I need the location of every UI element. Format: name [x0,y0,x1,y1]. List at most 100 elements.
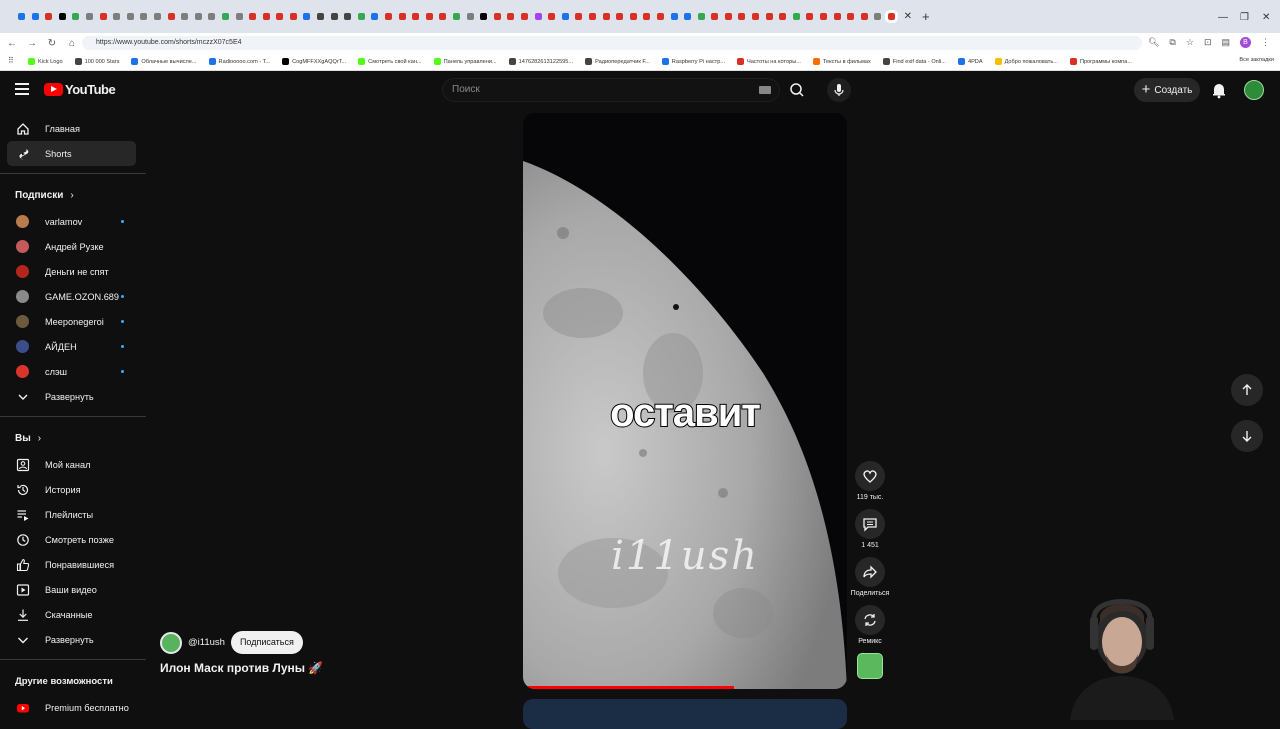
tab-favicon[interactable] [480,13,488,20]
tab-favicon[interactable] [724,13,732,20]
apps-icon[interactable]: ⠿ [8,56,14,65]
tab-favicon[interactable] [412,13,420,20]
author-handle[interactable]: @i11ush [188,637,225,648]
bookmark-item[interactable]: Программы компа... [1069,58,1132,65]
tab-favicon[interactable] [847,13,855,20]
sound-thumbnail[interactable] [857,653,883,679]
remix-action[interactable]: Ремикс [849,605,891,645]
tab-favicon[interactable] [520,13,528,20]
search-input[interactable]: Поиск [452,84,480,95]
subscribe-button[interactable]: Подписаться [230,631,303,654]
tab-favicon[interactable] [507,13,515,20]
tab-favicon[interactable] [126,13,134,20]
sidebar-subscription[interactable]: АЙДЕН [0,334,146,359]
comments-button[interactable] [855,509,885,539]
tab-favicon[interactable] [262,13,270,20]
translate-icon[interactable]: ⧉ [1169,37,1175,48]
tab-favicon[interactable] [833,13,841,20]
sidebar-subscription[interactable]: Деньги не спят [0,259,146,284]
tab-favicon[interactable] [534,13,542,20]
tab-favicon[interactable] [453,13,460,20]
profile-avatar[interactable]: В [1240,37,1251,48]
bookmark-item[interactable]: Частоты на которы... [737,58,801,65]
tab-favicon[interactable] [385,13,393,20]
tab-favicon[interactable] [303,13,311,20]
like-button[interactable] [855,461,885,491]
bookmark-item[interactable]: Смотреть свой кан... [358,58,422,65]
tab-favicon[interactable] [616,13,624,20]
bookmark-item[interactable]: 4PDA [957,58,983,65]
remix-button[interactable] [855,605,885,635]
you-heading[interactable]: Вы › [0,424,146,452]
tab-favicon[interactable] [317,13,325,20]
tab-favicon[interactable] [860,13,868,20]
home-browser-icon[interactable]: ⌂ [64,38,80,49]
tab-favicon[interactable] [140,13,148,20]
url-field[interactable]: https://www.youtube.com/shorts/mczzX07c5… [82,36,1142,50]
tab-favicon[interactable] [153,13,161,20]
sidebar-item-watch-later[interactable]: Смотреть позже [0,527,146,552]
sidebar-item-like[interactable]: Понравившиеся [0,552,146,577]
account-avatar[interactable] [1244,80,1264,100]
like-action[interactable]: 119 тыс. [849,461,891,501]
tab-favicon[interactable] [792,13,800,20]
tab-favicon[interactable] [425,13,433,20]
sidebar-subscription[interactable]: Meeponegeroi [0,309,146,334]
tab-favicon[interactable] [752,13,760,20]
subscriptions-expand[interactable]: Развернуть [0,384,146,409]
search-button[interactable] [784,78,810,102]
tab-favicon[interactable] [289,13,297,20]
all-bookmarks[interactable]: Все закладки [1233,57,1274,63]
close-window-icon[interactable]: ✕ [1262,12,1270,23]
tab-favicon[interactable] [398,13,406,20]
tab-favicon[interactable] [561,13,569,20]
tab-favicon[interactable] [181,13,189,20]
menu-icon[interactable]: ⋮ [1261,37,1270,48]
bookmark-item[interactable]: CogMFFXXgAQQrT... [282,58,346,65]
tab-close-icon[interactable]: ✕ [904,11,912,22]
tab-favicon[interactable] [602,13,610,20]
comments-action[interactable]: 1 451 [849,509,891,549]
tab-favicon[interactable] [738,13,746,20]
bookmark-item[interactable]: Find exif data - Onli... [882,58,946,65]
restore-icon[interactable]: ❐ [1240,12,1249,23]
tab-favicon[interactable] [806,13,814,20]
bookmark-item[interactable]: 100 000 Stars [74,58,119,65]
bookmark-item[interactable]: Raspberry Pi настр... [661,58,725,65]
tab-favicon[interactable] [167,13,175,20]
voice-search-button[interactable] [827,78,851,102]
reload-icon[interactable]: ↻ [44,38,60,49]
back-icon[interactable]: ← [4,38,20,49]
forward-icon[interactable]: → [24,38,40,49]
tab-favicon[interactable] [643,13,651,20]
create-button[interactable]: + Создать [1134,78,1200,102]
tab-favicon[interactable] [548,13,556,20]
short-video-player[interactable]: оставит i11ush [523,113,847,689]
tab-favicon[interactable] [711,13,719,20]
tab-favicon[interactable] [697,13,705,20]
tab-favicon[interactable] [249,13,257,20]
bookmark-item[interactable]: Radiooooo.com - T... [208,58,270,65]
tab-favicon[interactable] [221,13,229,20]
sidebar-item-your-videos[interactable]: Ваши видео [0,577,146,602]
video-progress-bar[interactable] [523,686,734,689]
sidebar-item-channel[interactable]: Мой канал [0,452,146,477]
tab-favicon[interactable] [194,13,202,20]
tab-favicon[interactable] [45,13,53,20]
share-action[interactable]: Поделиться [849,557,891,597]
next-short-preview[interactable] [523,699,847,729]
sidebar-item-download[interactable]: Скачанные [0,602,146,627]
subscriptions-heading[interactable]: Подписки › [0,181,146,209]
bookmark-item[interactable]: Панель управлени... [433,58,497,65]
tab-favicon[interactable] [439,13,447,20]
tab-favicon[interactable] [684,13,692,20]
keyboard-icon[interactable] [759,86,771,94]
sidebar-item-home[interactable]: Главная [0,116,146,141]
tab-favicon[interactable] [493,13,501,20]
bookmark-item[interactable]: Kick Logo [28,58,63,65]
bookmark-star-icon[interactable]: ☆ [1186,37,1194,48]
bookmark-item[interactable]: Добро пожаловать... [994,58,1058,65]
sidebar-item-shorts[interactable]: Shorts [7,141,136,166]
sidebar-item-chevron-down[interactable]: Развернуть [0,627,146,652]
tab-favicon[interactable] [779,13,787,20]
